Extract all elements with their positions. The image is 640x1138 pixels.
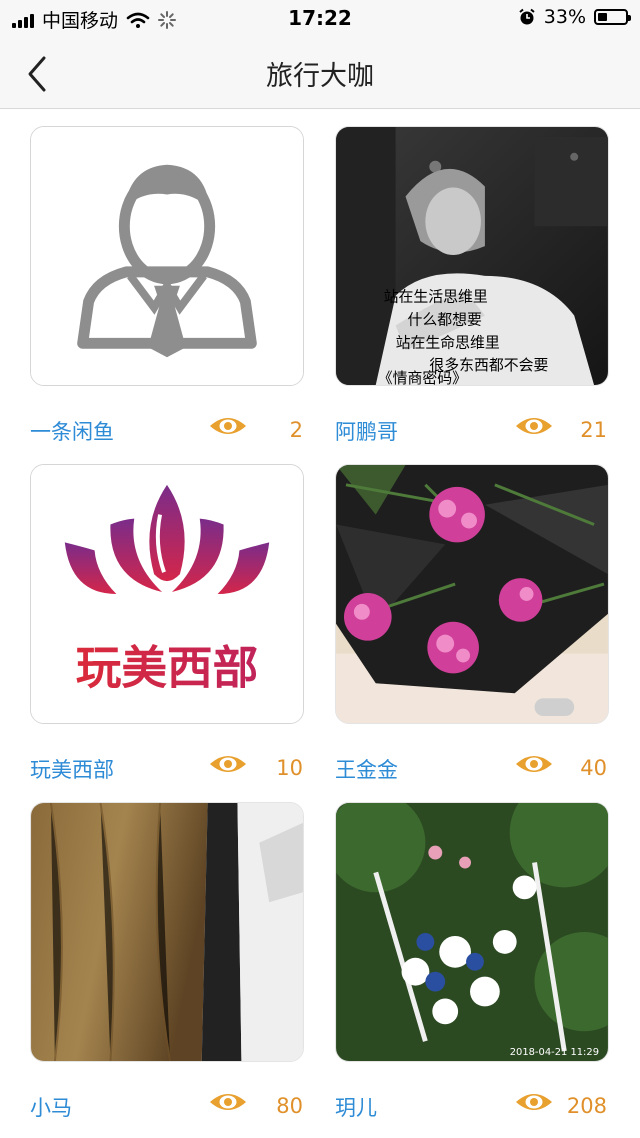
default-avatar-icon	[31, 127, 303, 385]
rose-bouquet-photo: 2018-04-21 11:29	[336, 803, 608, 1061]
lotus-logo: 玩美西部	[31, 465, 303, 723]
expert-name[interactable]: 小马	[30, 1092, 72, 1122]
expert-card-image[interactable]	[30, 126, 304, 386]
page-title: 旅行大咖	[266, 61, 374, 92]
image-quote-line: 站在生命思维里	[396, 333, 500, 351]
expert-name[interactable]: 阿鹏哥	[335, 416, 398, 446]
battery-icon	[594, 9, 631, 25]
eye-icon[interactable]	[208, 1089, 248, 1115]
view-count: 40	[580, 756, 607, 780]
expert-card-image[interactable]	[335, 464, 609, 724]
battery-fill	[598, 13, 607, 21]
image-quote-line: 什么都想要	[408, 310, 482, 328]
wood-surface-photo	[31, 803, 303, 1061]
status-right: 33%	[518, 6, 631, 28]
alarm-clock-icon	[519, 8, 535, 25]
image-book-title: 《情商密码》	[378, 369, 467, 385]
status-bar: 中国移动 17:22 33%	[0, 0, 640, 36]
expert-name[interactable]: 王金金	[335, 754, 398, 784]
expert-card-image[interactable]	[30, 802, 304, 1062]
eye-icon[interactable]	[208, 413, 248, 439]
logo-text: 玩美西部	[76, 641, 259, 694]
view-count: 10	[276, 756, 303, 780]
portrait-photo: 站在生活思维里 什么都想要 站在生命思维里 很多东西都不会要 《情商密码》	[336, 127, 608, 385]
carnation-bouquet-photo	[336, 465, 608, 723]
expert-name[interactable]: 玩美西部	[30, 754, 114, 784]
expert-card-image[interactable]: 2018-04-21 11:29	[335, 802, 609, 1062]
expert-name[interactable]: 玥儿	[335, 1092, 377, 1122]
photo-timestamp: 2018-04-21 11:29	[510, 1047, 599, 1058]
view-count: 21	[580, 418, 607, 442]
image-quote-line: 站在生活思维里	[384, 288, 488, 306]
view-count: 2	[289, 418, 303, 442]
expert-name[interactable]: 一条闲鱼	[30, 416, 114, 446]
navigation-bar: 旅行大咖	[0, 36, 640, 109]
expert-card-image[interactable]: 站在生活思维里 什么都想要 站在生命思维里 很多东西都不会要 《情商密码》	[335, 126, 609, 386]
eye-icon[interactable]	[208, 751, 248, 777]
expert-card-image[interactable]: 玩美西部	[30, 464, 304, 724]
view-count: 80	[276, 1094, 303, 1118]
view-count: 208	[566, 1094, 607, 1118]
battery-percent: 33%	[543, 6, 586, 28]
